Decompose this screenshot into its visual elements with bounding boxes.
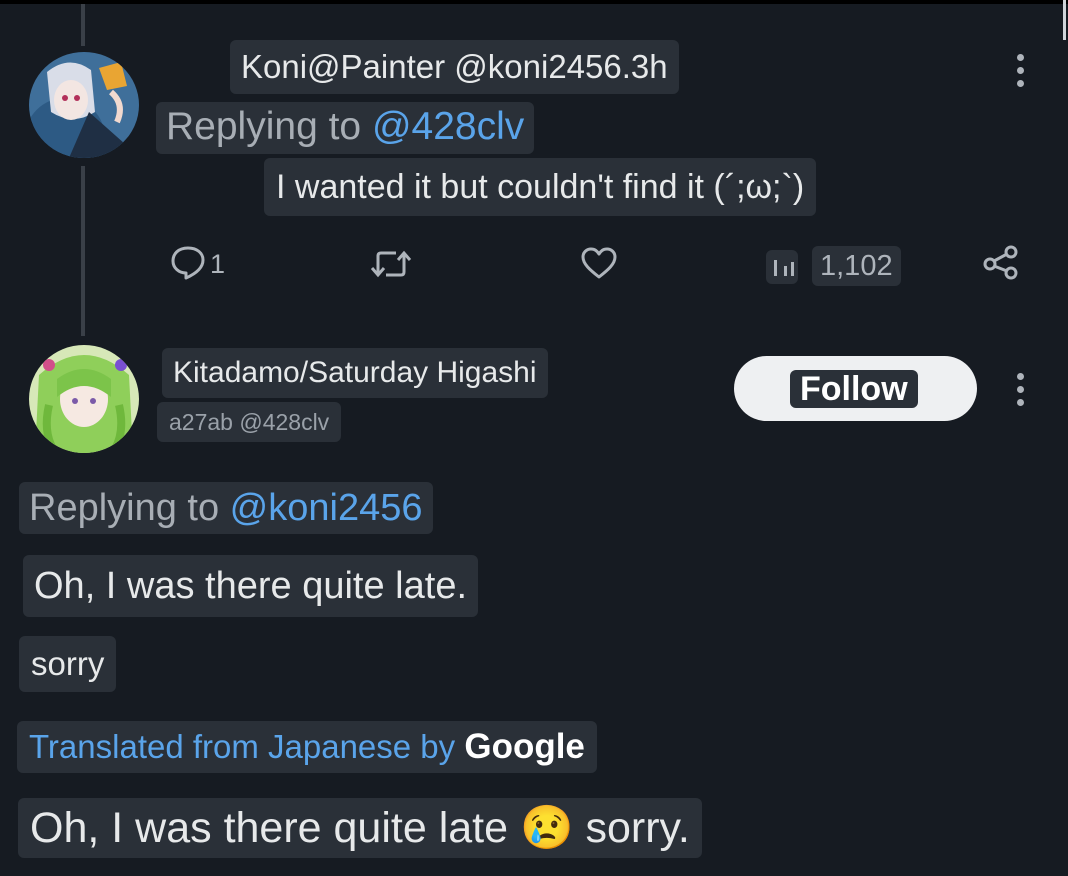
scrollbar[interactable] [1063,0,1066,40]
thread-line-bottom [81,166,85,336]
like-button[interactable] [580,246,618,280]
main-replying-to-line: Replying to @koni2456 [19,482,433,534]
main-replying-to-label: Replying to [29,487,230,529]
handle-text: a27ab @428clv [169,409,330,435]
translation-note[interactable]: Translated from Japanese by Google [17,721,597,773]
avatar-kitadamo[interactable] [29,345,139,453]
share-button[interactable] [982,244,1020,280]
translated-text-end: sorry. [573,804,690,852]
thread-line-top [81,4,85,46]
reply-author-line[interactable]: Koni@Painter @koni2456.3h [230,40,679,94]
retweet-icon [370,248,412,280]
handle[interactable]: a27ab @428clv [157,402,342,442]
follow-button[interactable]: Follow [734,356,977,421]
tweet-text-line-1: Oh, I was there quite late. [23,555,479,617]
reply-author: Koni@Painter @koni2456.3h [241,48,668,85]
tweet-text-line-2: sorry [19,636,117,692]
reply-count: 1 [210,249,226,279]
avatar-koni[interactable] [29,52,139,158]
replying-to-link[interactable]: @428clv [372,105,524,148]
views-count: 1,102 [812,246,901,286]
display-name[interactable]: Kitadamo/Saturday Higashi [162,348,548,398]
main-replying-to-link[interactable]: @koni2456 [230,487,423,529]
replying-to-label: Replying to [166,105,372,148]
share-icon [982,244,1020,280]
tweet-text-line-1-text: Oh, I was there quite late. [34,565,468,607]
follow-label: Follow [790,370,918,408]
like-icon [580,246,618,280]
reply-tweet-body: I wanted it but couldn't find it (´;ω;`) [276,168,805,206]
top-edge [0,0,1068,4]
kebab-menu-icon[interactable] [1017,54,1025,93]
display-name-text: Kitadamo/Saturday Higashi [173,356,537,389]
crying-emoji-icon: 😢 [520,804,574,852]
google-logo: Google [464,727,585,766]
replying-to-line: Replying to @428clv [156,102,535,154]
translated-text-main: Oh, I was there quite late [30,804,509,852]
tweet-text-line-2-text: sorry [31,645,105,682]
retweet-button[interactable] [370,248,412,280]
reply-icon [170,244,206,280]
kebab-menu-icon[interactable] [1017,373,1025,412]
translation-note-text: Translated from Japanese by [29,728,465,765]
views-icon [766,250,798,284]
translated-text: Oh, I was there quite late 😢 sorry. [18,798,702,858]
reply-tweet-text: I wanted it but couldn't find it (´;ω;`) [264,158,817,216]
